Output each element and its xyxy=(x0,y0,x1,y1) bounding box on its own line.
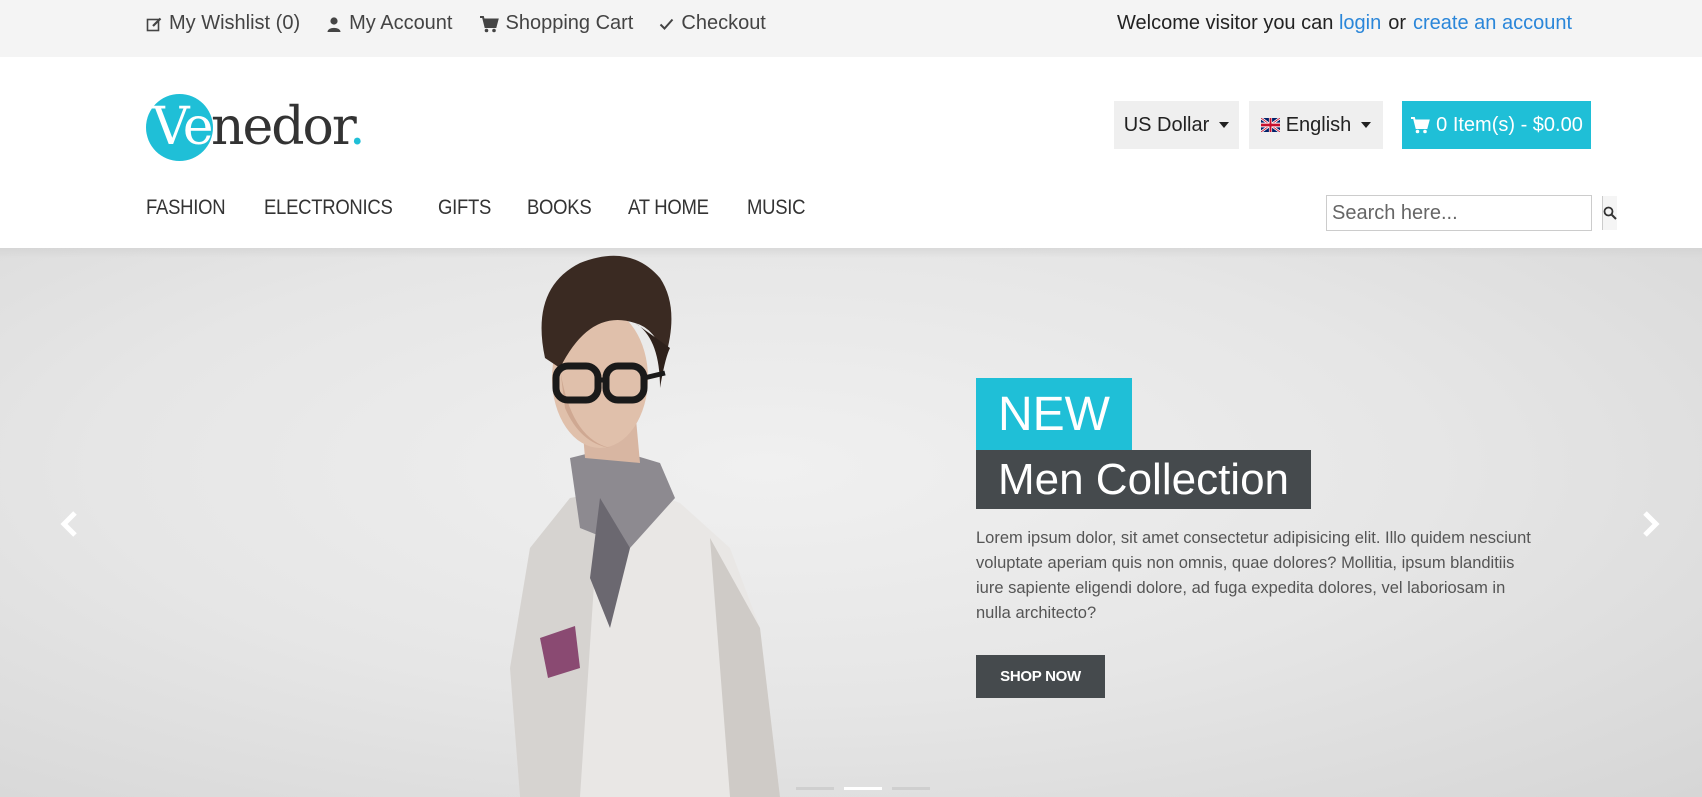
main-nav: FASHION ELECTRONICS GIFTS BOOKS AT HOME … xyxy=(146,196,806,226)
account-link[interactable]: My Account xyxy=(326,12,453,35)
slider-indicators xyxy=(796,787,930,790)
shopping-cart-label: Shopping Cart xyxy=(505,12,634,34)
checkout-label: Checkout xyxy=(681,12,766,34)
hero-slider xyxy=(0,248,1702,797)
slider-next-arrow[interactable] xyxy=(1638,510,1662,538)
search-input[interactable] xyxy=(1327,196,1602,230)
top-links: My Wishlist (0) My Account Shopping Cart… xyxy=(146,0,766,47)
hero-tag-new: NEW xyxy=(976,378,1132,450)
logo-ve: Ve xyxy=(152,97,214,157)
search-button[interactable] xyxy=(1602,196,1617,230)
check-icon xyxy=(660,18,674,30)
welcome-message: Welcome visitor you can login or create an… xyxy=(1117,0,1572,47)
site-logo[interactable]: Ve nedor. xyxy=(146,92,386,164)
cart-icon xyxy=(479,15,499,32)
checkout-link[interactable]: Checkout xyxy=(659,12,766,35)
nav-item-gifts[interactable]: GIFTS xyxy=(438,196,491,226)
chevron-left-icon xyxy=(60,511,77,537)
currency-label: US Dollar xyxy=(1123,113,1210,136)
logo-dot: . xyxy=(349,97,365,157)
shop-now-button[interactable]: SHOP NOW xyxy=(976,655,1105,698)
hero-top-shadow xyxy=(0,248,1702,258)
account-label: My Account xyxy=(349,12,453,34)
welcome-text: Welcome visitor you can xyxy=(1116,12,1334,34)
logo-rest: nedor xyxy=(211,97,351,157)
wishlist-label: My Wishlist (0) xyxy=(169,12,301,34)
nav-item-electronics[interactable]: ELECTRONICS xyxy=(264,196,393,226)
top-bar: My Wishlist (0) My Account Shopping Cart… xyxy=(0,0,1702,57)
cart-summary-button[interactable]: 0 Item(s) - $0.00 xyxy=(1402,101,1591,149)
caret-down-icon xyxy=(1361,122,1372,128)
chevron-right-icon xyxy=(1643,511,1660,537)
create-account-link[interactable]: create an account xyxy=(1413,12,1572,35)
shopping-cart-link[interactable]: Shopping Cart xyxy=(479,12,634,35)
hero-description: Lorem ipsum dolor, sit amet consectetur … xyxy=(976,529,1531,622)
hero-model-image xyxy=(510,255,780,797)
slider-prev-arrow[interactable] xyxy=(58,510,82,538)
language-dropdown[interactable]: English xyxy=(1249,101,1383,149)
uk-flag-icon xyxy=(1260,118,1280,132)
wishlist-link[interactable]: My Wishlist (0) xyxy=(146,12,300,35)
logo-text: nedor. xyxy=(211,94,365,161)
or-text: or xyxy=(1388,12,1406,34)
slide-indicator-3[interactable] xyxy=(892,787,930,790)
nav-item-books[interactable]: BOOKS xyxy=(527,196,592,226)
cart-summary-label: 0 Item(s) - $0.00 xyxy=(1436,113,1583,136)
nav-item-fashion[interactable]: FASHION xyxy=(146,196,226,226)
caret-down-icon xyxy=(1219,122,1230,128)
search-icon xyxy=(1603,206,1617,220)
hero-title: Men Collection xyxy=(976,450,1311,509)
search-box xyxy=(1326,195,1617,231)
user-icon xyxy=(327,16,341,32)
language-label: English xyxy=(1285,113,1352,136)
slide-indicator-1[interactable] xyxy=(796,787,834,790)
login-link[interactable]: login xyxy=(1339,12,1381,35)
cart-icon xyxy=(1411,117,1430,134)
slide-indicator-2[interactable] xyxy=(844,787,882,790)
edit-icon xyxy=(146,17,162,31)
nav-item-music[interactable]: MUSIC xyxy=(747,196,805,226)
nav-item-at-home[interactable]: AT HOME xyxy=(628,196,709,226)
currency-dropdown[interactable]: US Dollar xyxy=(1114,101,1239,149)
